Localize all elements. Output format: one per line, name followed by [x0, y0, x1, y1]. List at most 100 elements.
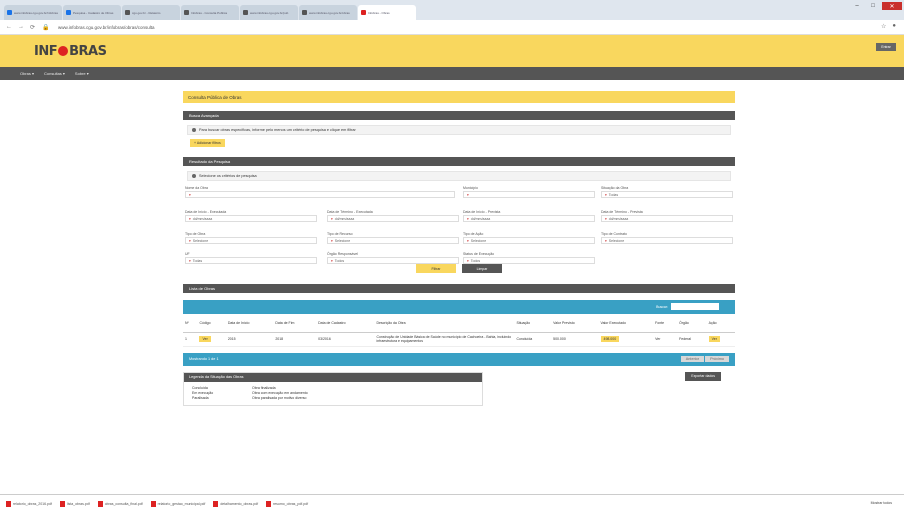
- column-header[interactable]: Código: [197, 314, 226, 333]
- column-header[interactable]: Fonte: [653, 314, 678, 333]
- filter-input[interactable]: ▾ Selecione: [601, 237, 733, 244]
- column-header[interactable]: Ação: [706, 314, 735, 333]
- action-button[interactable]: Ver: [708, 336, 720, 342]
- show-all-downloads-button[interactable]: Mostrar todos: [871, 501, 892, 505]
- info-box: Para buscar obras específicas, informe p…: [187, 125, 731, 135]
- menu-item-sobre[interactable]: Sobre ▾: [75, 71, 89, 76]
- column-header[interactable]: Descrição da Obra: [374, 314, 515, 333]
- clear-button[interactable]: Limpar: [462, 264, 502, 273]
- filter-field: Tipo de Contrato ▾ Selecione: [601, 232, 733, 244]
- favicon-icon: [302, 10, 307, 15]
- reload-icon[interactable]: ⟳: [30, 24, 38, 31]
- filter-input[interactable]: ▾ Todos: [463, 257, 595, 264]
- filter-field: Tipo de Obra ▾ Selecione: [185, 232, 317, 244]
- column-header[interactable]: Data de Fim: [273, 314, 317, 333]
- filter-input[interactable]: ▾ dd/mm/aaaa: [327, 215, 459, 222]
- browser-tab[interactable]: www.infobras.cgu.gov.br/pub: [240, 5, 298, 20]
- column-header[interactable]: Situação: [514, 314, 552, 333]
- menu-item-consultas[interactable]: Consultas ▾: [44, 71, 65, 76]
- dropdown-icon: ▾: [605, 238, 607, 243]
- table-cell: 500.000: [551, 332, 599, 347]
- pdf-icon: [266, 501, 272, 507]
- download-item[interactable]: detalhamento_obras.pdf: [213, 501, 258, 507]
- info-text: Para buscar obras específicas, informe p…: [199, 128, 356, 132]
- login-button[interactable]: Entrar: [876, 43, 896, 51]
- add-filter-button[interactable]: + Adicionar filtros: [190, 139, 225, 147]
- browser-tab[interactable]: Infobras - Obras: [358, 5, 416, 20]
- export-button[interactable]: Exportar dados: [685, 371, 721, 381]
- url-input[interactable]: www.infobras.cgu.gov.br/infobras/obras/c…: [58, 25, 154, 30]
- column-header[interactable]: Nº: [183, 314, 198, 333]
- table-search-input[interactable]: [671, 303, 719, 310]
- filter-field: Data de Início - Executada ▾ dd/mm/aaaa: [185, 210, 317, 222]
- back-icon[interactable]: ←: [6, 24, 14, 30]
- maximize-icon[interactable]: □: [866, 2, 880, 10]
- action-button[interactable]: Ver: [199, 336, 211, 342]
- filter-field: Tipo de Ação ▾ Selecione: [463, 232, 595, 244]
- filter-input[interactable]: ▾ dd/mm/aaaa: [185, 215, 317, 222]
- dropdown-icon: ▾: [467, 192, 469, 197]
- download-filename: relatorio_obras_2016.pdf: [13, 502, 52, 506]
- download-item[interactable]: lista_obras.pdf: [59, 501, 90, 507]
- filter-hint-text: Selecione os critérios de pesquisa: [199, 174, 257, 178]
- field-value: dd/mm/aaaa: [192, 216, 213, 221]
- pdf-icon: [6, 501, 11, 507]
- filter-input[interactable]: ▾ Todos: [327, 257, 459, 264]
- field-value: Selecione: [192, 238, 209, 243]
- filter-input[interactable]: ▾ Todas: [185, 257, 317, 264]
- column-header[interactable]: Data de Cadastro: [316, 314, 375, 333]
- download-item[interactable]: obras_consulta_final.pdf: [97, 501, 143, 507]
- table-cell: Federal: [677, 332, 707, 347]
- filter-button[interactable]: Filtrar: [416, 264, 456, 273]
- minimize-icon[interactable]: –: [850, 2, 864, 10]
- menu-item-obras[interactable]: Obras ▾: [20, 71, 34, 76]
- filter-input[interactable]: ▾: [463, 191, 595, 198]
- filter-field: Status de Execução ▾ Todos: [463, 252, 595, 264]
- column-header[interactable]: Valor Previsto: [551, 314, 599, 333]
- column-header[interactable]: Data de Início: [225, 314, 274, 333]
- filter-input[interactable]: ▾ dd/mm/aaaa: [601, 215, 733, 222]
- download-filename: obras_consulta_final.pdf: [104, 502, 143, 506]
- filter-input[interactable]: ▾ dd/mm/aaaa: [463, 215, 595, 222]
- cell-text: 500.000: [553, 337, 566, 341]
- field-value: Todas: [192, 258, 203, 263]
- download-item[interactable]: relatorio_gestao_municipal.pdf: [150, 501, 206, 507]
- download-filename: relatorio_gestao_municipal.pdf: [157, 502, 206, 506]
- page-title: Consulta Pública de Obras: [183, 91, 735, 103]
- prev-page-button[interactable]: Anterior: [680, 356, 705, 362]
- table-info: Mostrando 1 de 1: [189, 357, 219, 361]
- filter-input[interactable]: ▾ Selecione: [463, 237, 595, 244]
- browser-tab[interactable]: Pesquisa - Cadastro de Obras: [63, 5, 121, 20]
- filter-input[interactable]: ▾ Selecione: [185, 237, 317, 244]
- field-value: Selecione: [608, 238, 625, 243]
- column-header[interactable]: Órgão: [677, 314, 707, 333]
- table-cell: 1: [183, 332, 198, 347]
- column-header[interactable]: Valor Executado: [598, 314, 654, 333]
- browser-tab[interactable]: www.infobras.cgu.gov.br/obras: [299, 5, 357, 20]
- filter-input[interactable]: ▾ Todas: [601, 191, 733, 198]
- browser-tab[interactable]: www.infobras.cgu.gov.br/infobras: [4, 5, 62, 20]
- tab-label: cgu.gov.br - Relatorio: [132, 10, 161, 15]
- browser-tab[interactable]: Infobras - Consulta Publica: [181, 5, 239, 20]
- profile-icon[interactable]: ●: [892, 23, 896, 30]
- filter-field: Data de Término - Executada ▾ dd/mm/aaaa: [327, 210, 459, 222]
- filter-field: Órgão Responsável ▾ Todos: [327, 252, 459, 264]
- forward-icon[interactable]: →: [18, 24, 26, 30]
- close-icon[interactable]: ✕: [882, 2, 902, 10]
- favicon-icon: [243, 10, 248, 15]
- download-item[interactable]: relatorio_obras_2016.pdf: [6, 501, 52, 507]
- cell-text: Ver: [655, 337, 661, 341]
- field-value: dd/mm/aaaa: [334, 216, 355, 221]
- filter-input[interactable]: ▾ Selecione: [327, 237, 459, 244]
- site-logo[interactable]: INF BRAS: [34, 44, 107, 59]
- browser-tab[interactable]: cgu.gov.br - Relatorio: [122, 5, 180, 20]
- filter-input[interactable]: ▾: [185, 191, 455, 198]
- dropdown-icon: ▾: [189, 238, 191, 243]
- next-page-button[interactable]: Próximo: [705, 356, 729, 362]
- legend-title: Legenda da Situação das Obras: [184, 372, 482, 382]
- star-icon[interactable]: ☆: [881, 23, 886, 30]
- download-item[interactable]: resumo_obras_pdf.pdf: [266, 501, 308, 507]
- field-value: Todos: [334, 258, 345, 263]
- table-cell: Ver: [653, 332, 678, 347]
- action-button[interactable]: 498.000: [600, 336, 620, 342]
